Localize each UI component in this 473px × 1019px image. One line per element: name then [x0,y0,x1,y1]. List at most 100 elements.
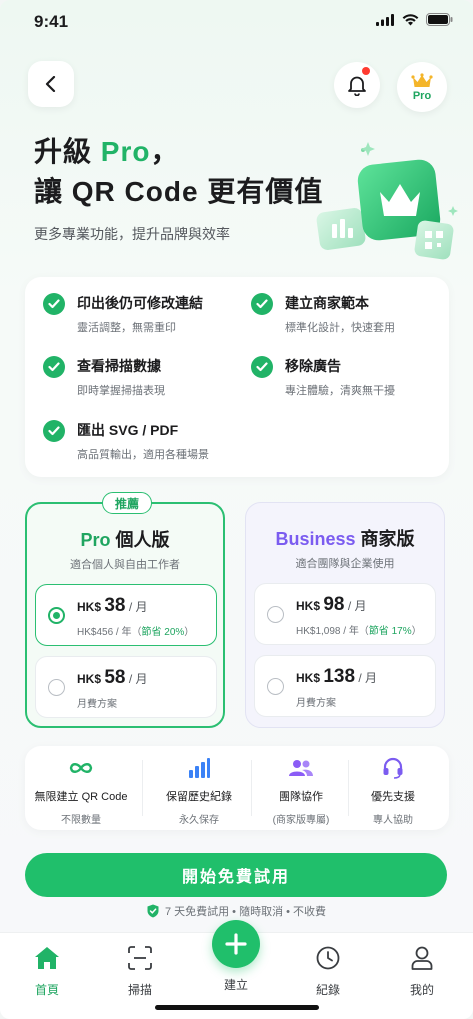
perk-title: 團隊協作 [279,791,323,803]
feature-title: 查看掃描數據 [77,358,161,374]
user-icon [411,946,433,970]
radio-unselected[interactable] [267,678,284,695]
perk-title: 無限建立 QR Code [34,791,128,803]
perk-item: 保留歷史紀錄 永久保存 [147,756,251,826]
signal-icon [376,13,394,26]
tab-scan[interactable]: 掃描 [110,945,170,998]
feature-desc: 靈活調整，無需重印 [77,322,176,334]
option-price: HK$ 138 / 月 [296,666,378,687]
title-prefix: 升級 [34,136,101,167]
perk-desc: 專人協助 [373,815,413,826]
infinity-icon [69,763,93,773]
shield-check-icon [147,904,159,918]
wifi-icon [402,13,419,25]
perk-item: 無限建立 QR Code 不限數量 [29,756,133,826]
plus-icon [225,933,247,955]
bar-chart-icon [189,758,210,778]
pro-status-button[interactable]: Pro [397,62,447,112]
scan-icon [128,946,152,970]
plan-desc: 適合團隊與企業使用 [295,558,395,570]
home-icon [35,947,59,969]
create-button[interactable] [212,920,260,968]
plan-name: Business 商家版 [275,529,415,549]
title-highlight: Pro [100,136,151,167]
team-icon [289,760,313,776]
check-icon [43,293,65,315]
trial-note: 7 天免費試用 • 隨時取消 • 不收費 [0,903,473,919]
status-icons [376,13,453,26]
pro-badge-label: Pro [412,89,432,102]
feature-item: 移除廣告專注體驗，清爽無干擾 [251,356,395,398]
notification-dot [362,67,370,75]
plan-card-pro[interactable]: 推薦 Pro 個人版 適合個人與自由工作者 HK$ 38 / 月 HK$456 … [25,492,225,728]
feature-desc: 高品質輸出，適用各種場景 [77,449,209,461]
status-bar: 9:41 [0,0,473,44]
option-sub: HK$1,098 / 年（節省 17%） [296,626,422,637]
option-price: HK$ 98 / 月 [296,594,367,615]
home-indicator [155,1005,319,1010]
status-time: 9:41 [34,12,69,31]
plan-name: Pro 個人版 [80,530,170,550]
plan-desc: 適合個人與自由工作者 [70,559,180,571]
tab-profile[interactable]: 我的 [392,945,452,998]
trial-note-text: 7 天免費試用 • 隨時取消 • 不收費 [164,906,327,918]
radio-selected[interactable] [48,607,65,624]
tab-home[interactable]: 首頁 [17,945,77,998]
back-button[interactable] [28,61,74,107]
pro-yearly-option[interactable]: HK$ 38 / 月 HK$456 / 年（節省 20%） [35,584,217,646]
feature-desc: 即時掌握掃描表現 [77,385,165,397]
bell-icon [348,76,366,96]
feature-desc: 專注體驗，清爽無干擾 [285,385,395,397]
perk-desc: 不限數量 [61,815,101,826]
check-icon [251,356,273,378]
page-title: 升級 Pro， 讓 QR Code 更有價值 [34,132,323,212]
business-yearly-option[interactable]: HK$ 98 / 月 HK$1,098 / 年（節省 17%） [254,583,436,645]
radio-unselected[interactable] [267,606,284,623]
feature-title: 移除廣告 [285,358,341,374]
option-price: HK$ 38 / 月 [77,595,148,616]
tab-history[interactable]: 紀錄 [298,945,358,998]
check-icon [43,356,65,378]
feature-item: 匯出 SVG / PDF 高品質輸出，適用各種場景 [43,420,209,462]
clock-icon [316,946,340,970]
perk-title: 優先支援 [371,791,415,803]
perk-desc: 永久保存 [179,815,219,826]
radio-unselected[interactable] [48,679,65,696]
plan-card-business[interactable]: Business 商家版 適合團隊與企業使用 HK$ 98 / 月 HK$1,0… [245,502,445,728]
crown-icon [411,72,433,87]
feature-title: 匯出 SVG / PDF [77,422,179,438]
perk-item: 團隊協作 (商家版專屬) [249,756,353,826]
feature-item: 建立商家範本標準化設計，快速套用 [251,293,395,335]
feature-title: 印出後仍可修改連結 [77,295,203,311]
divider [142,760,143,816]
tab-label: 紀錄 [315,983,340,997]
option-sub: HK$456 / 年（節省 20%） [77,627,195,638]
notification-button[interactable] [334,62,380,108]
pro-monthly-option[interactable]: HK$ 58 / 月 月費方案 [35,656,217,718]
recommended-badge: 推薦 [102,492,152,514]
tab-label: 掃描 [127,983,152,997]
feature-item: 查看掃描數據即時掌握掃描表現 [43,356,165,398]
page-subtitle: 更多專業功能，提升品牌與效率 [34,226,230,242]
option-sub: 月費方案 [77,699,117,710]
option-price: HK$ 58 / 月 [77,667,148,688]
perk-item: 優先支援 專人協助 [341,756,445,826]
tab-label: 首頁 [34,983,59,997]
title-line2: 讓 QR Code 更有價值 [34,176,324,207]
business-monthly-option[interactable]: HK$ 138 / 月 月費方案 [254,655,436,717]
perk-title: 保留歷史紀錄 [166,791,232,803]
start-free-trial-button[interactable]: 開始免費試用 [25,853,447,897]
pro-illustration [316,142,458,260]
check-icon [43,420,65,442]
battery-icon [426,13,453,26]
app-screen: 9:41 Pro 升級 Pro， 讓 QR Code 更有價值 更多專業功能，提… [0,0,473,1019]
feature-title: 建立商家範本 [285,295,369,311]
perks-card: 無限建立 QR Code 不限數量 保留歷史紀錄 永久保存 團隊協作 (商家版專… [25,746,449,830]
feature-desc: 標準化設計，快速套用 [285,322,395,334]
tab-label: 我的 [409,983,434,997]
option-sub: 月費方案 [296,698,336,709]
perk-desc: (商家版專屬) [272,815,330,826]
check-icon [251,293,273,315]
headset-icon [383,757,403,779]
features-card: 印出後仍可修改連結靈活調整，無需重印 建立商家範本標準化設計，快速套用 查看掃描… [25,277,449,477]
